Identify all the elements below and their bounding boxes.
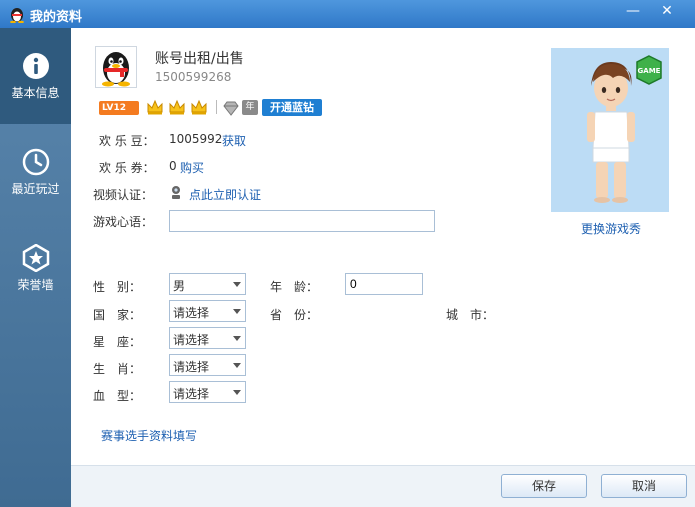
chevron-down-icon (233, 363, 241, 368)
sidebar-item-recently-played[interactable]: 最近玩过 (0, 124, 71, 220)
zodiac-select[interactable]: 请选择 (169, 354, 246, 376)
save-button[interactable]: 保存 (501, 474, 587, 498)
window-title: 我的资料 (30, 10, 83, 25)
sidebar-item-label: 最近玩过 (11, 182, 60, 196)
content-panel: 账号出租/出售 1500599268 LV12 年 开通蓝钻 欢 乐 豆： 10… (71, 28, 695, 465)
video-camera-icon (172, 186, 180, 199)
footer-bar: 保存 取消 (71, 465, 695, 507)
level-badge[interactable]: LV12 (99, 101, 139, 115)
get-beans-link[interactable]: 获取 (222, 132, 246, 149)
happy-beans-value: 1005992 (169, 132, 223, 146)
age-input[interactable] (345, 273, 423, 295)
badge-divider (216, 100, 217, 114)
country-label: 国 家： (93, 308, 142, 322)
happy-coupons-label: 欢 乐 券： (99, 161, 155, 175)
title-bar[interactable]: 我的资料 — ✕ (0, 0, 695, 28)
chevron-down-icon (233, 336, 241, 341)
province-label: 省 份： (270, 308, 319, 322)
gender-select[interactable]: 男 (169, 273, 246, 295)
tournament-info-link[interactable]: 赛事选手资料填写 (101, 427, 197, 444)
happy-coupons-value: 0 (169, 159, 177, 173)
game-logo-text: GAME (638, 67, 661, 75)
sidebar-item-label: 基本信息 (11, 86, 60, 100)
sidebar: 基本信息 最近玩过 荣誉墙 (0, 28, 71, 507)
star-badge-icon (22, 244, 50, 272)
crown-icon[interactable] (146, 98, 164, 116)
buy-coupons-link[interactable]: 购买 (180, 159, 204, 176)
crown-icon[interactable] (168, 98, 186, 116)
open-blue-diamond-button[interactable]: 开通蓝钻 (262, 99, 322, 116)
qq-penguin-avatar-icon (102, 52, 130, 87)
video-verify-link[interactable]: 点此立即认证 (189, 186, 261, 203)
qq-number: 1500599268 (155, 70, 232, 84)
gender-label: 性 别： (93, 280, 142, 294)
chevron-down-icon (233, 282, 241, 287)
motto-label: 游戏心语： (93, 215, 154, 229)
blood-type-select[interactable]: 请选择 (169, 381, 246, 403)
blood-type-label: 血 型： (93, 389, 142, 403)
crown-icon[interactable] (190, 98, 208, 116)
close-button[interactable]: ✕ (652, 0, 682, 24)
sidebar-item-basic-info[interactable]: 基本信息 (0, 28, 71, 124)
clock-icon (22, 148, 50, 176)
minimize-button[interactable]: — (618, 0, 648, 24)
blood-type-selected-value: 请选择 (173, 387, 210, 401)
happy-beans-label: 欢 乐 豆： (99, 134, 155, 148)
profile-window: 我的资料 — ✕ 基本信息 最近玩过 荣誉墙 账号出租/出售 150059926… (0, 0, 695, 507)
city-label: 城 市： (446, 308, 495, 322)
sidebar-item-label: 荣誉墙 (17, 278, 54, 292)
zodiac-label: 生 肖： (93, 362, 142, 376)
game-show-preview: GAME (551, 48, 669, 212)
change-game-show-link[interactable]: 更换游戏秀 (581, 220, 641, 237)
diamond-icon[interactable] (223, 100, 239, 116)
avatar[interactable] (95, 46, 137, 88)
motto-input[interactable] (169, 210, 435, 232)
chevron-down-icon (233, 309, 241, 314)
cancel-button[interactable]: 取消 (601, 474, 687, 498)
gender-selected-value: 男 (173, 279, 186, 293)
constellation-select[interactable]: 请选择 (169, 327, 246, 349)
country-select[interactable]: 请选择 (169, 300, 246, 322)
chevron-down-icon (233, 390, 241, 395)
constellation-selected-value: 请选择 (173, 333, 210, 347)
year-badge[interactable]: 年 (242, 100, 258, 115)
sidebar-item-honor-wall[interactable]: 荣誉墙 (0, 220, 71, 316)
video-verify-label: 视频认证： (93, 188, 154, 202)
qq-penguin-icon (10, 8, 24, 23)
game-show-character: GAME (587, 55, 662, 203)
zodiac-selected-value: 请选择 (173, 360, 210, 374)
info-icon (23, 53, 49, 79)
age-label: 年 龄： (270, 280, 319, 294)
constellation-label: 星 座： (93, 335, 142, 349)
country-selected-value: 请选择 (173, 306, 210, 320)
nickname: 账号出租/出售 (155, 51, 244, 67)
